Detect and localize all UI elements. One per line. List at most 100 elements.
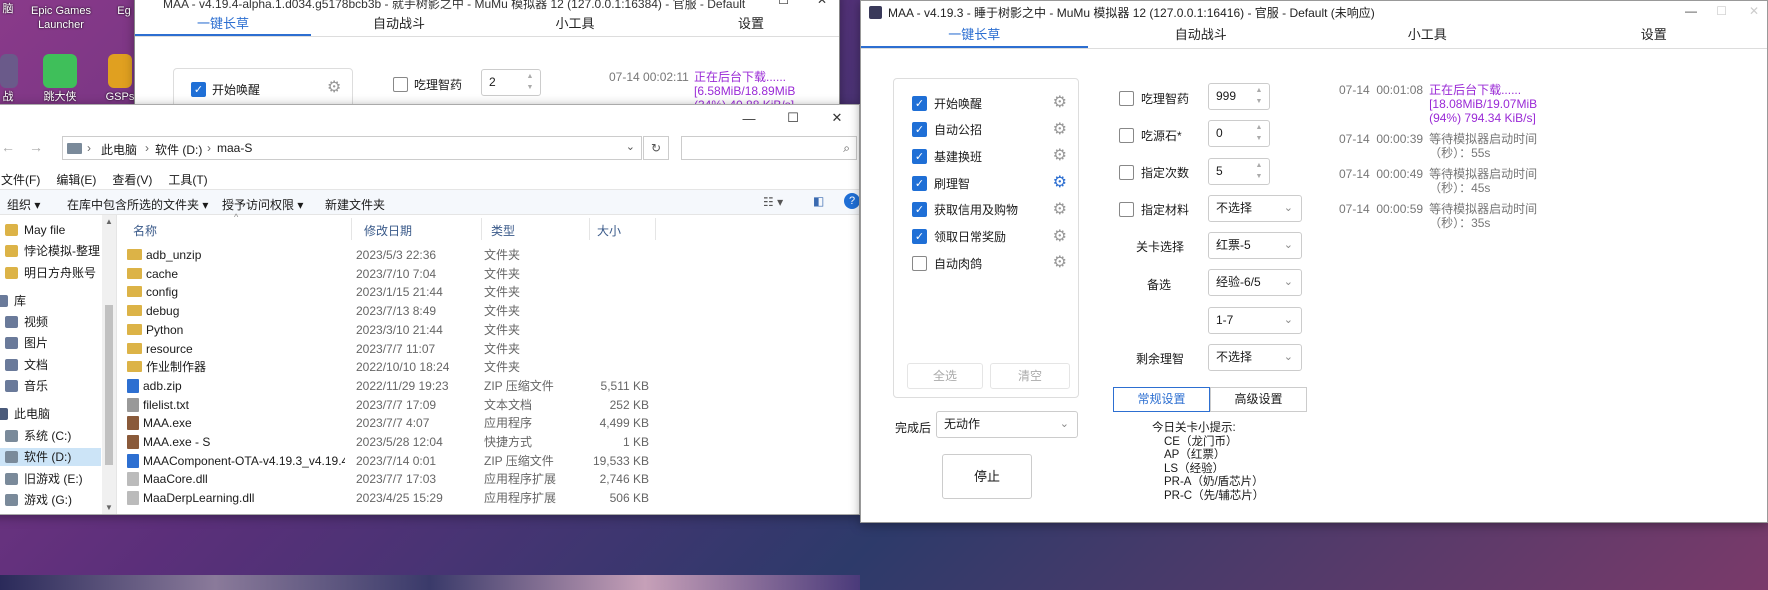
backup-select[interactable]: 经验-6/5 ⌄ bbox=[1208, 269, 1302, 296]
checkbox[interactable] bbox=[912, 255, 927, 271]
include-in-library-button[interactable]: 在库中包含所选的文件夹 ▾ bbox=[67, 196, 208, 213]
checkbox[interactable]: ✓ bbox=[912, 175, 927, 191]
table-row[interactable]: adb.zip 2022/11/29 19:23 ZIP 压缩文件 5,511 KB bbox=[119, 377, 849, 396]
table-row[interactable]: MaaDerpLearning.dll 2023/4/25 15:29 应用程序扩展… bbox=[119, 489, 849, 508]
originium-spinner[interactable]: 0 ▲ ▼ bbox=[1208, 120, 1270, 147]
table-row[interactable]: filelist.txt 2023/7/7 17:09 文本文档 252 KB bbox=[119, 396, 849, 415]
checkbox[interactable] bbox=[1119, 91, 1134, 106]
checkbox[interactable]: ✓ bbox=[912, 148, 927, 164]
sanity-option[interactable]: 吃理智药 bbox=[393, 76, 462, 93]
checkbox[interactable]: ✓ bbox=[912, 229, 927, 244]
task-wakeup[interactable]: ✓ 开始唤醒 bbox=[191, 81, 260, 98]
task-item[interactable]: ✓ 获取信用及购物 ⚙ bbox=[912, 201, 1067, 219]
maa-window-background[interactable]: MAA - v4.19.4-alpha.1.d034.g5178bcb3b - … bbox=[134, 0, 840, 112]
task-item[interactable]: ✓ 领取日常奖励 ⚙ bbox=[912, 228, 1067, 246]
breadcrumb-folder[interactable]: maa-S bbox=[217, 141, 252, 155]
table-row[interactable]: Python 2023/3/10 21:44 文件夹 bbox=[119, 321, 849, 340]
share-button[interactable]: 授予访问权限 ▾ bbox=[222, 196, 303, 213]
desktop-icon-epic[interactable]: Epic Games Launcher bbox=[30, 4, 92, 32]
spin-arrows-icon[interactable]: ▲ ▼ bbox=[524, 71, 536, 93]
times-spinner[interactable]: 5 ▲ ▼ bbox=[1208, 158, 1270, 185]
gear-icon[interactable]: ⚙ bbox=[1053, 175, 1067, 191]
gear-icon[interactable]: ⚙ bbox=[1053, 228, 1067, 245]
breadcrumb-drive[interactable]: 软件 (D:) bbox=[155, 141, 202, 158]
tab-tools[interactable]: 小工具 bbox=[1314, 24, 1541, 48]
checkbox[interactable] bbox=[393, 77, 408, 92]
nav-item[interactable]: 软件 (D:) bbox=[0, 448, 101, 466]
column-date[interactable]: 修改日期 bbox=[364, 222, 412, 239]
breadcrumb-pc[interactable]: 此电脑 bbox=[101, 141, 137, 158]
table-row[interactable]: MAAComponent-OTA-v4.19.3_v4.19.4... 2023/… bbox=[119, 452, 849, 471]
maximize-icon[interactable]: ☐ bbox=[771, 105, 815, 132]
new-folder-button[interactable]: 新建文件夹 bbox=[325, 196, 385, 213]
task-item[interactable]: ✓ 开始唤醒 ⚙ bbox=[912, 94, 1067, 112]
nav-item[interactable]: 旧游戏 (E:) bbox=[5, 470, 83, 488]
close-icon[interactable]: ✕ bbox=[1749, 4, 1759, 18]
stop-button[interactable]: 停止 bbox=[942, 454, 1032, 499]
menu-view[interactable]: 查看(V) bbox=[112, 171, 152, 188]
tab-settings[interactable]: 设置 bbox=[1541, 24, 1768, 48]
explorer-window[interactable]: — ☐ ✕ ← → › 此电脑 › 软件 (D:) › maa-S ⌄ ↻ ⌕ … bbox=[0, 104, 860, 515]
menu-tools[interactable]: 工具(T) bbox=[168, 171, 207, 188]
table-row[interactable]: MAA.exe 2023/7/7 4:07 应用程序 4,499 KB bbox=[119, 414, 849, 433]
material-option[interactable]: 指定材料 bbox=[1119, 201, 1189, 218]
select-all-button[interactable]: 全选 bbox=[907, 363, 983, 389]
table-row[interactable]: debug 2023/7/13 8:49 文件夹 bbox=[119, 302, 849, 321]
minimize-icon[interactable]: — bbox=[727, 105, 771, 132]
tab-tools[interactable]: 小工具 bbox=[487, 13, 663, 36]
column-name[interactable]: 名称 bbox=[133, 222, 157, 239]
clear-button[interactable]: 清空 bbox=[990, 363, 1070, 389]
task-item[interactable]: ✓ 自动公招 ⚙ bbox=[912, 121, 1067, 139]
checkbox[interactable] bbox=[1119, 165, 1134, 180]
checkbox[interactable]: ✓ bbox=[191, 82, 206, 97]
nav-item[interactable]: 库 bbox=[0, 292, 26, 310]
table-row[interactable]: config 2023/1/15 21:44 文件夹 bbox=[119, 283, 849, 302]
menu-file[interactable]: 文件(F) bbox=[1, 171, 40, 188]
table-row[interactable]: cache 2023/7/10 7:04 文件夹 bbox=[119, 265, 849, 284]
column-size[interactable]: 大小 bbox=[597, 222, 621, 239]
checkbox[interactable]: ✓ bbox=[912, 95, 927, 111]
use-originium-option[interactable]: 吃源石* bbox=[1119, 127, 1182, 144]
nav-item[interactable]: 视频 bbox=[5, 313, 48, 331]
checkbox[interactable] bbox=[1119, 128, 1134, 143]
gear-icon[interactable]: ⚙ bbox=[1053, 255, 1067, 271]
after-complete-select[interactable]: 无动作 ⌄ bbox=[936, 411, 1078, 438]
nav-item[interactable]: 文档 bbox=[5, 356, 48, 374]
nav-item[interactable]: May file bbox=[5, 221, 65, 239]
scroll-up-icon[interactable]: ▲ bbox=[105, 217, 113, 226]
scroll-down-icon[interactable]: ▼ bbox=[105, 503, 113, 512]
table-row[interactable]: adb_unzip 2023/5/3 22:36 文件夹 bbox=[119, 246, 849, 265]
view-options-icon[interactable]: ☷ ▾ bbox=[763, 195, 783, 209]
spin-arrows-icon[interactable]: ▲ ▼ bbox=[1253, 122, 1265, 144]
backup-select-2[interactable]: 1-7 ⌄ bbox=[1208, 307, 1302, 334]
close-icon[interactable]: ✕ bbox=[815, 105, 859, 132]
address-bar[interactable]: › 此电脑 › 软件 (D:) › maa-S ⌄ bbox=[62, 136, 642, 160]
gear-icon[interactable]: ⚙ bbox=[1053, 201, 1067, 218]
help-icon[interactable]: ? bbox=[844, 193, 859, 209]
nav-item[interactable]: 明日方舟账号 bbox=[5, 264, 96, 282]
gear-icon[interactable]: ⚙ bbox=[1053, 95, 1067, 111]
table-row[interactable]: MAA.exe - S 2023/5/28 12:04 快捷方式 1 KB bbox=[119, 433, 849, 452]
nav-item[interactable]: 此电脑 bbox=[0, 405, 50, 423]
nav-item[interactable]: 游戏 (G:) bbox=[5, 491, 72, 509]
forward-icon[interactable]: → bbox=[29, 139, 43, 155]
checkbox[interactable] bbox=[1119, 202, 1134, 217]
tab-auto-battle[interactable]: 自动战斗 bbox=[311, 13, 487, 36]
search-input[interactable]: ⌕ bbox=[681, 136, 857, 160]
checkbox[interactable]: ✓ bbox=[912, 202, 927, 218]
nav-item[interactable]: 系统 (C:) bbox=[5, 427, 71, 445]
task-item[interactable]: ✓ 刷理智 ⚙ bbox=[912, 174, 1067, 192]
back-icon[interactable]: ← bbox=[1, 139, 15, 155]
refresh-icon[interactable]: ↻ bbox=[643, 136, 669, 160]
maximize-icon[interactable]: ☐ bbox=[1716, 4, 1727, 18]
remain-sanity-select[interactable]: 不选择 ⌄ bbox=[1208, 344, 1302, 371]
chevron-down-icon[interactable]: ⌄ bbox=[626, 140, 635, 153]
task-item[interactable]: ✓ 基建换班 ⚙ bbox=[912, 147, 1067, 165]
nav-scrollbar[interactable]: ▲ ▼ bbox=[102, 215, 116, 514]
gear-icon[interactable]: ⚙ bbox=[1053, 121, 1067, 138]
gear-icon[interactable]: ⚙ bbox=[327, 80, 341, 96]
sanity-potion-spinner[interactable]: 999 ▲ ▼ bbox=[1208, 83, 1270, 110]
nav-item[interactable]: 音乐 bbox=[5, 377, 48, 395]
tab-settings[interactable]: 设置 bbox=[663, 13, 839, 36]
tab-one-click[interactable]: 一键长草 bbox=[135, 13, 311, 36]
